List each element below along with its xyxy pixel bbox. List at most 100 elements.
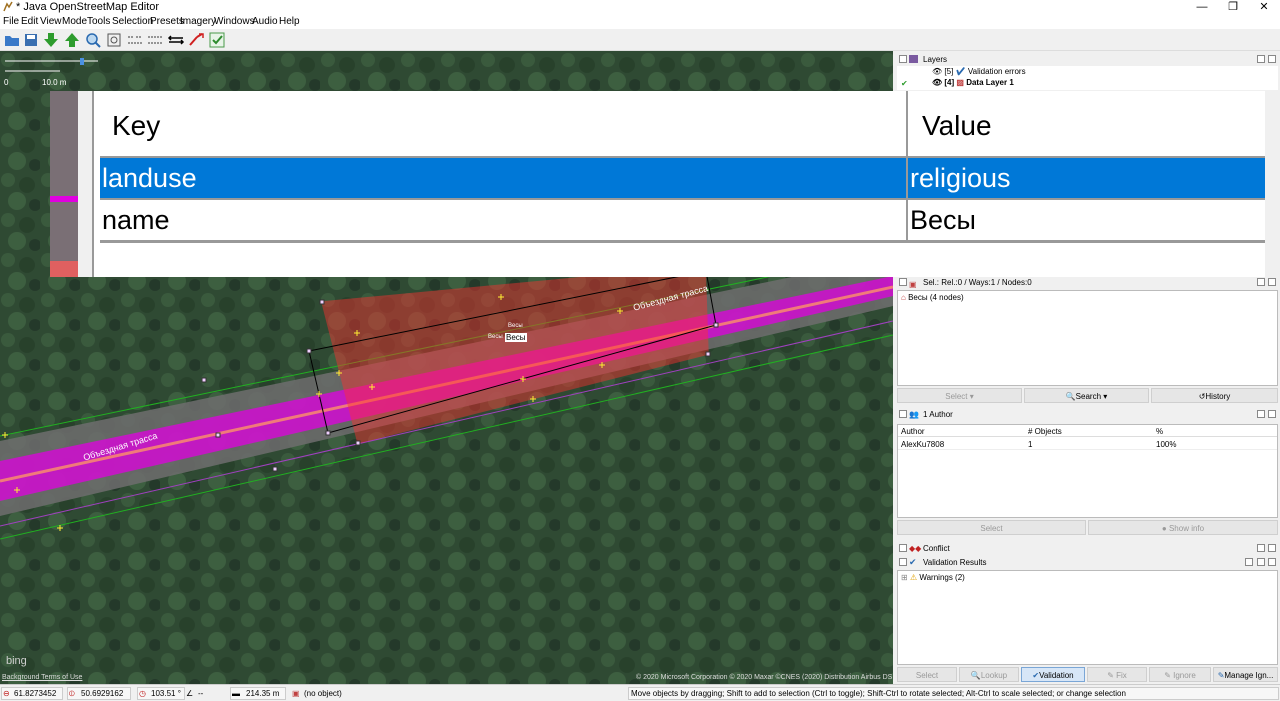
collapse-icon[interactable]: [899, 55, 907, 63]
fix-icon: ✎: [1107, 671, 1114, 680]
tag-key-cell[interactable]: name: [100, 200, 906, 240]
validation-select-button[interactable]: Select: [897, 667, 957, 682]
panel-border: [92, 91, 100, 277]
menu-audio[interactable]: Audio: [252, 16, 278, 27]
history-button[interactable]: ↺History: [1151, 388, 1278, 403]
eye-icon[interactable]: 👁: [932, 67, 942, 76]
search-button[interactable]: 🔍Search ▾: [1024, 388, 1149, 403]
detach-icon[interactable]: [1257, 558, 1265, 566]
close-panel-icon[interactable]: [1268, 558, 1276, 566]
show-info-button[interactable]: ● Show info: [1088, 520, 1278, 535]
search-icon: 🔍: [1065, 392, 1076, 401]
split-way-icon[interactable]: [126, 31, 144, 49]
menu-selection[interactable]: Selection: [112, 16, 153, 27]
map-strip: [50, 91, 78, 277]
tag-value-cell[interactable]: Весы: [908, 200, 1265, 240]
ignore-label: Ignore: [1173, 671, 1196, 680]
menu-presets[interactable]: Presets: [150, 16, 184, 27]
menu-help[interactable]: Help: [279, 16, 300, 27]
layer-item-validation[interactable]: 👁 [5] ✔ Validation errors: [932, 67, 1026, 76]
conflict-panel-header[interactable]: ◆◆ Conflict: [895, 542, 1280, 555]
eye-icon[interactable]: 👁: [932, 78, 942, 87]
validate-icon[interactable]: [208, 31, 226, 49]
node[interactable]: [201, 377, 207, 383]
status-bar: ⊖ 61.8273452 ⦶ 50.6929162 ◷ 103.51 ° ∠ -…: [0, 684, 1280, 701]
authors-select-button[interactable]: Select: [897, 520, 1086, 535]
layers-panel-header[interactable]: Layers: [895, 53, 1280, 66]
close-panel-icon[interactable]: [1268, 278, 1276, 286]
angle-icon: ∠: [186, 689, 194, 698]
expand-icon[interactable]: ⊞: [901, 573, 908, 582]
menu-mode[interactable]: Mode: [62, 16, 87, 27]
menu-view[interactable]: View: [40, 16, 62, 27]
settings-icon[interactable]: [1245, 558, 1253, 566]
validation-tree[interactable]: ⊞ ⚠ Warnings (2): [897, 570, 1278, 665]
lookup-button[interactable]: 🔍Lookup: [959, 667, 1019, 682]
simplify-way-icon[interactable]: [187, 31, 205, 49]
tag-value-cell[interactable]: religious: [908, 158, 1265, 198]
zoom-slider-knob[interactable]: [80, 58, 84, 65]
close-panel-icon[interactable]: [1268, 544, 1276, 552]
tree-node-warnings[interactable]: ⊞ ⚠ Warnings (2): [901, 573, 965, 582]
collapse-icon[interactable]: [899, 410, 907, 418]
authors-header-row: Author # Objects %: [898, 425, 1277, 437]
detach-icon[interactable]: [1257, 278, 1265, 286]
download-icon[interactable]: [42, 31, 60, 49]
collapse-icon[interactable]: [899, 558, 907, 566]
node[interactable]: [355, 440, 361, 446]
ignore-button[interactable]: ✎ Ignore: [1149, 667, 1211, 682]
node[interactable]: [705, 351, 711, 357]
zoom-to-data-icon[interactable]: [105, 31, 123, 49]
fix-button[interactable]: ✎ Fix: [1087, 667, 1147, 682]
show-info-label: Show info: [1168, 524, 1205, 533]
authors-panel-header[interactable]: 👥 1 Author: [895, 408, 1280, 421]
node[interactable]: [325, 430, 331, 436]
lat-icon: ⊖: [3, 689, 10, 698]
open-file-icon[interactable]: [3, 31, 21, 49]
map-strip-road: [50, 196, 78, 202]
author-col-header[interactable]: Author: [901, 427, 925, 436]
menu-tools[interactable]: Tools: [87, 16, 110, 27]
selection-list[interactable]: ⌂ Весы (4 nodes): [897, 290, 1278, 386]
table-row[interactable]: AlexKu7808 1 100%: [898, 438, 1277, 450]
zoom-icon[interactable]: [84, 31, 102, 49]
node[interactable]: [306, 348, 312, 354]
collapse-icon[interactable]: [899, 278, 907, 286]
close-panel-icon[interactable]: [1268, 55, 1276, 63]
selection-item[interactable]: ⌂ Весы (4 nodes): [901, 293, 964, 302]
value-column-header[interactable]: Value: [922, 106, 1262, 146]
node[interactable]: [215, 432, 221, 438]
background-terms-link[interactable]: Background Terms of Use: [2, 674, 82, 681]
menu-edit[interactable]: Edit: [21, 16, 38, 27]
node[interactable]: [713, 322, 719, 328]
objects-col-header[interactable]: # Objects: [1028, 427, 1062, 436]
save-icon[interactable]: [22, 31, 40, 49]
menu-windows[interactable]: Windows: [214, 16, 255, 27]
reverse-way-icon[interactable]: [167, 31, 185, 49]
select-label: Select: [915, 671, 939, 680]
node[interactable]: [272, 466, 278, 472]
detach-icon[interactable]: [1257, 410, 1265, 418]
select-label: Select: [945, 392, 968, 401]
select-button[interactable]: Select ▾: [897, 388, 1022, 403]
percent-col-header[interactable]: %: [1156, 427, 1163, 436]
layers-title: Layers: [923, 55, 948, 64]
menu-file[interactable]: File: [3, 16, 19, 27]
close-panel-icon[interactable]: [1268, 410, 1276, 418]
detach-icon[interactable]: [1257, 544, 1265, 552]
key-column-header[interactable]: Key: [112, 106, 892, 146]
upload-icon[interactable]: [63, 31, 81, 49]
close-button[interactable]: ✕: [1246, 0, 1280, 14]
select-label: Select: [980, 524, 1003, 533]
collapse-icon[interactable]: [899, 544, 907, 552]
selection-panel-header[interactable]: ▣ Sel.: Rel.:0 / Ways:1 / Nodes:0: [895, 276, 1280, 289]
validation-button[interactable]: ✔Validation: [1021, 667, 1085, 682]
menu-imagery[interactable]: Imagery: [180, 16, 216, 27]
tag-key-cell[interactable]: landuse: [100, 158, 906, 198]
combine-way-icon[interactable]: [146, 31, 164, 49]
detach-icon[interactable]: [1257, 55, 1265, 63]
node[interactable]: [319, 299, 325, 305]
layer-item-data[interactable]: 👁 [4] ▨ Data Layer 1: [932, 78, 1014, 87]
validation-panel-header[interactable]: ✔ Validation Results: [895, 556, 1280, 569]
manage-ignored-button[interactable]: ✎Manage Ign...: [1213, 667, 1278, 682]
